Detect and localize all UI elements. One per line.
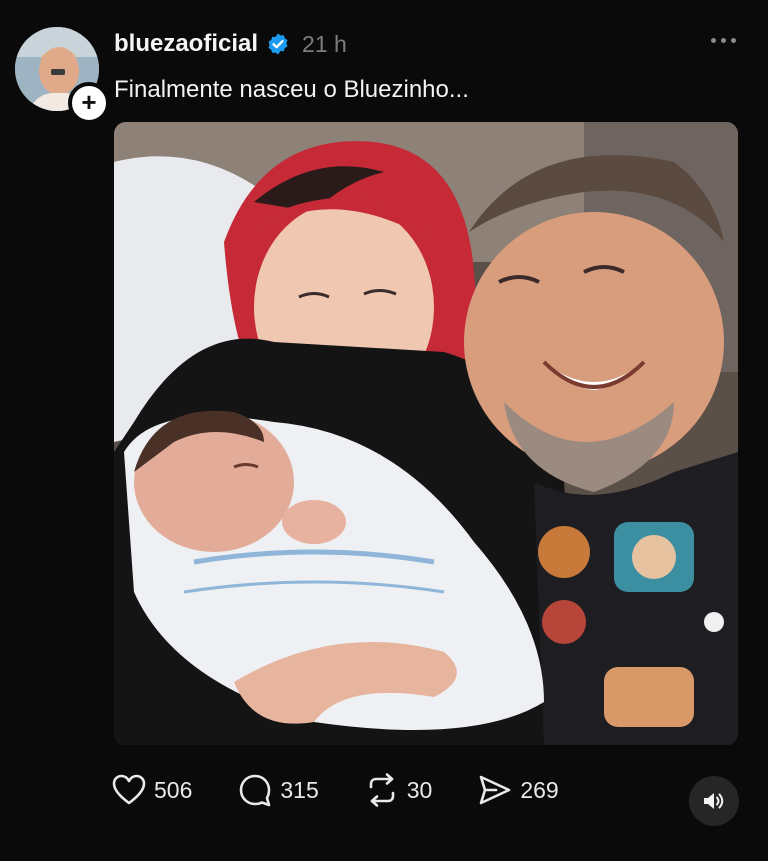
sound-toggle-button[interactable]	[689, 776, 739, 826]
post-header: bluezaoficial 21 h	[114, 30, 347, 58]
plus-icon: +	[81, 87, 97, 117]
username[interactable]: bluezaoficial	[114, 30, 258, 58]
more-options-icon[interactable]	[711, 38, 736, 43]
photo-image	[114, 122, 738, 745]
follow-button[interactable]: +	[68, 82, 110, 124]
thread-post: + bluezaoficial 21 h Finalmente nasceu o…	[0, 0, 768, 861]
comment-button[interactable]: 315	[238, 773, 319, 807]
share-button[interactable]: 269	[478, 774, 559, 806]
like-button[interactable]: 506	[112, 774, 192, 806]
heart-icon	[112, 774, 146, 805]
comment-count: 315	[280, 776, 319, 803]
share-count: 269	[520, 776, 559, 803]
comment-icon	[240, 774, 271, 807]
repost-button[interactable]: 30	[365, 773, 433, 807]
action-bar: 506 315 30 269	[112, 773, 605, 807]
post-photo[interactable]	[114, 122, 738, 745]
like-count: 506	[154, 776, 193, 803]
verified-badge-icon	[268, 33, 288, 55]
share-icon	[480, 775, 511, 805]
repost-count: 30	[406, 776, 433, 803]
post-timestamp: 21 h	[302, 30, 347, 57]
post-caption: Finalmente nasceu o Bluezinho...	[114, 76, 469, 103]
avatar-container: +	[15, 27, 110, 124]
speaker-icon	[704, 793, 724, 809]
repost-icon	[369, 773, 395, 807]
